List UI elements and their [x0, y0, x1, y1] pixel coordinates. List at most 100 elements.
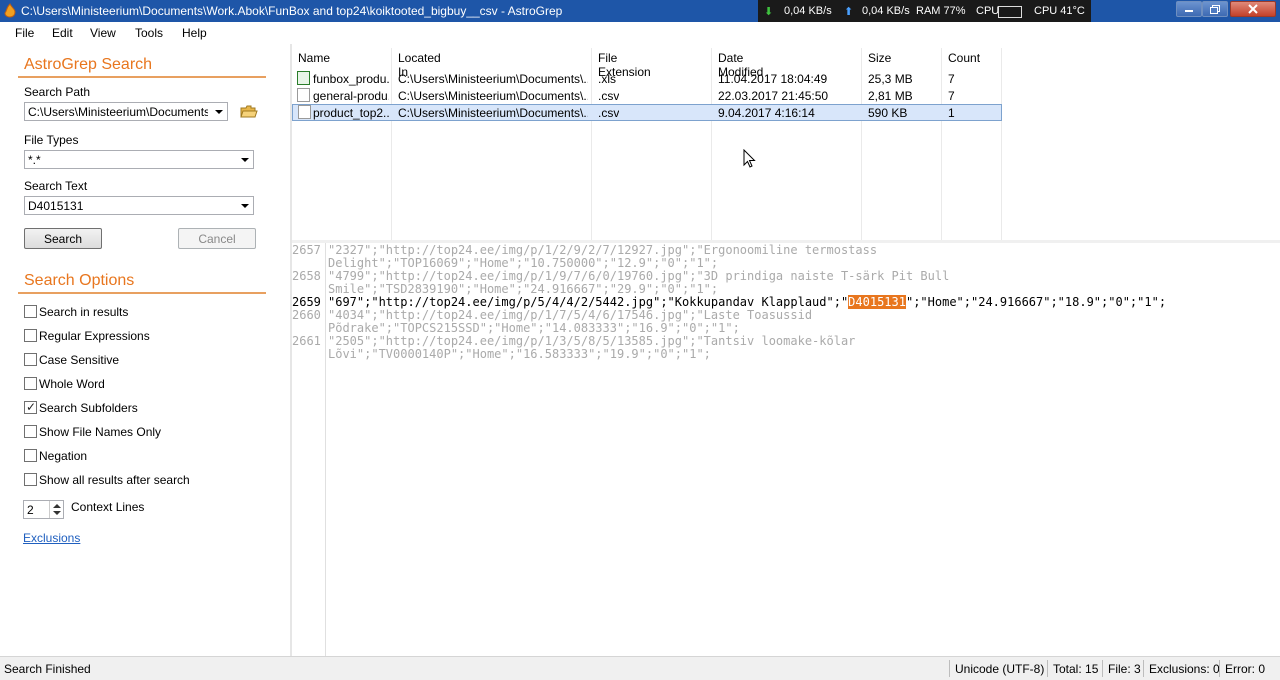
search-heading: AstroGrep Search	[24, 56, 153, 73]
status-divider	[949, 660, 950, 677]
checkbox-whole-word[interactable]	[24, 377, 37, 390]
stepper-arrows[interactable]	[49, 501, 63, 518]
file-preview[interactable]: 2657 "2327";"http://top24.ee/img/p/1/2/9…	[292, 243, 1280, 656]
line-number: 2661	[292, 334, 321, 348]
checkbox-show-file-names-only[interactable]	[24, 425, 37, 438]
context-line: "4034";"http://top24.ee/img/p/1/7/5/4/6/…	[328, 308, 813, 322]
mouse-cursor-icon	[743, 149, 756, 168]
status-message: Search Finished	[4, 662, 91, 676]
cell-location: C:\Users\Ministeerium\Documents\...	[398, 106, 588, 120]
cell-date: 22.03.2017 21:45:50	[718, 89, 829, 103]
cell-date: 9.04.2017 4:16:14	[718, 106, 815, 120]
cell-size: 590 KB	[868, 106, 908, 120]
restore-icon	[1210, 4, 1220, 14]
cell-extension: .csv	[598, 89, 620, 103]
chevron-up-icon[interactable]	[53, 504, 61, 508]
close-icon	[1248, 4, 1258, 14]
search-text-label: Search Text	[24, 179, 88, 193]
checkbox-case-sensitive[interactable]	[24, 353, 37, 366]
match-suffix: ";"Home";"24.916667";"18.9";"0";"1";	[905, 295, 1167, 309]
status-divider	[1102, 660, 1103, 677]
checkbox-regular-expressions[interactable]	[24, 329, 37, 342]
menu-file[interactable]: File	[15, 26, 34, 40]
browse-folder-icon[interactable]	[240, 104, 258, 119]
search-panel: AstroGrep Search Search Path C:\Users\Mi…	[0, 44, 290, 656]
match-prefix: "697";"http://top24.ee/img/p/5/4/4/2/544…	[328, 295, 849, 309]
upload-speed: 0,04 KB/s	[862, 5, 910, 17]
exclusions-link[interactable]: Exclusions	[23, 531, 80, 545]
window-title: C:\Users\Ministeerium\Documents\Work.Abo…	[21, 4, 563, 18]
checkbox-search-subfolders[interactable]	[24, 400, 37, 414]
context-line: Põdrake";"TOPCS215SSD";"Home";"14.083333…	[328, 321, 740, 335]
status-exclusions: Exclusions: 0	[1149, 662, 1220, 676]
title-bar: C:\Users\Ministeerium\Documents\Work.Abo…	[0, 0, 1280, 24]
option-label: Show File Names Only	[39, 425, 162, 439]
context-lines-stepper[interactable]: 2	[23, 500, 64, 519]
file-types-value: *.*	[28, 153, 41, 167]
search-button[interactable]: Search	[24, 228, 102, 249]
menu-help[interactable]: Help	[182, 26, 207, 40]
cell-size: 2,81 MB	[868, 89, 913, 103]
maximize-button[interactable]	[1202, 1, 1228, 17]
cell-location: C:\Users\Ministeerium\Documents\...	[398, 72, 588, 86]
menu-view[interactable]: View	[90, 26, 116, 40]
cpu-label: CPU	[976, 5, 1000, 17]
status-total: Total: 15	[1053, 662, 1099, 676]
context-line: Delight";"TOP16069";"Home";"10.750000";"…	[328, 256, 719, 270]
status-divider	[1219, 660, 1220, 677]
status-bar: Search Finished Unicode (UTF-8) Total: 1…	[0, 656, 1280, 680]
checkbox-search-in-results[interactable]	[24, 305, 37, 318]
option-label: Show all results after search	[39, 473, 190, 487]
context-line: "4799";"http://top24.ee/img/p/1/9/7/6/0/…	[328, 269, 950, 283]
context-lines-value: 2	[27, 503, 34, 517]
checkbox-negation[interactable]	[24, 449, 37, 462]
minimize-icon	[1185, 10, 1193, 12]
option-label: Case Sensitive	[39, 353, 120, 367]
results-list[interactable]: Name Located In File Extension Date Modi…	[292, 44, 1280, 240]
cell-count: 7	[948, 72, 955, 86]
search-path-value: C:\Users\Ministeerium\Documents\Wo	[28, 105, 208, 119]
context-line: "2327";"http://top24.ee/img/p/1/2/9/2/7/…	[328, 243, 878, 257]
cell-name: product_top2...	[313, 106, 389, 120]
match-line: "697";"http://top24.ee/img/p/5/4/4/2/544…	[328, 295, 1166, 309]
context-lines-label: Context Lines	[71, 500, 145, 514]
option-label: Regular Expressions	[39, 329, 150, 343]
status-encoding[interactable]: Unicode (UTF-8)	[955, 662, 1044, 676]
search-path-label: Search Path	[24, 85, 91, 99]
status-divider	[1047, 660, 1048, 677]
download-speed: 0,04 KB/s	[784, 5, 832, 17]
status-divider	[1143, 660, 1144, 677]
option-label: Search in results	[39, 305, 129, 319]
header-label: Name	[298, 51, 331, 65]
option-label: Negation	[39, 449, 88, 463]
chevron-down-icon	[241, 158, 249, 162]
search-path-combo[interactable]: C:\Users\Ministeerium\Documents\Wo	[24, 102, 228, 121]
table-row-selected[interactable]: product_top2... C:\Users\Ministeerium\Do…	[292, 104, 1002, 121]
line-number-gutter	[325, 243, 326, 656]
cell-count: 7	[948, 89, 955, 103]
checkbox-show-all-results[interactable]	[24, 473, 37, 486]
cell-size: 25,3 MB	[868, 72, 913, 86]
cpu-temperature: CPU 41°C	[1034, 5, 1085, 17]
context-line: Lõvi";"TV0000140P";"Home";"16.583333";"1…	[328, 347, 711, 361]
upload-arrow-icon: ⬆	[844, 6, 854, 18]
chevron-down-icon	[215, 110, 223, 114]
system-monitor: ⬇ 0,04 KB/s ⬆ 0,04 KB/s RAM 77% CPU CPU …	[758, 0, 1091, 24]
table-row[interactable]: general-produ... C:\Users\Ministeerium\D…	[292, 87, 1002, 104]
chevron-down-icon[interactable]	[53, 511, 61, 515]
menu-edit[interactable]: Edit	[52, 26, 73, 40]
minimize-button[interactable]	[1176, 1, 1202, 17]
close-button[interactable]	[1230, 1, 1276, 17]
search-text-combo[interactable]: D4015131	[24, 196, 254, 215]
ram-usage: RAM 77%	[916, 5, 966, 17]
context-line: Smile";"TSD2839190";"Home";"24.916667";"…	[328, 282, 719, 296]
file-types-combo[interactable]: *.*	[24, 150, 254, 169]
text-file-icon	[298, 105, 311, 119]
status-file: File: 3	[1108, 662, 1141, 676]
file-types-label: File Types	[24, 133, 79, 147]
header-label: Size	[868, 51, 892, 65]
cancel-button[interactable]: Cancel	[178, 228, 256, 249]
table-row[interactable]: funbox_produ... C:\Users\Ministeerium\Do…	[292, 70, 1002, 87]
menu-tools[interactable]: Tools	[135, 26, 163, 40]
match-line-number: 2659	[292, 295, 321, 309]
